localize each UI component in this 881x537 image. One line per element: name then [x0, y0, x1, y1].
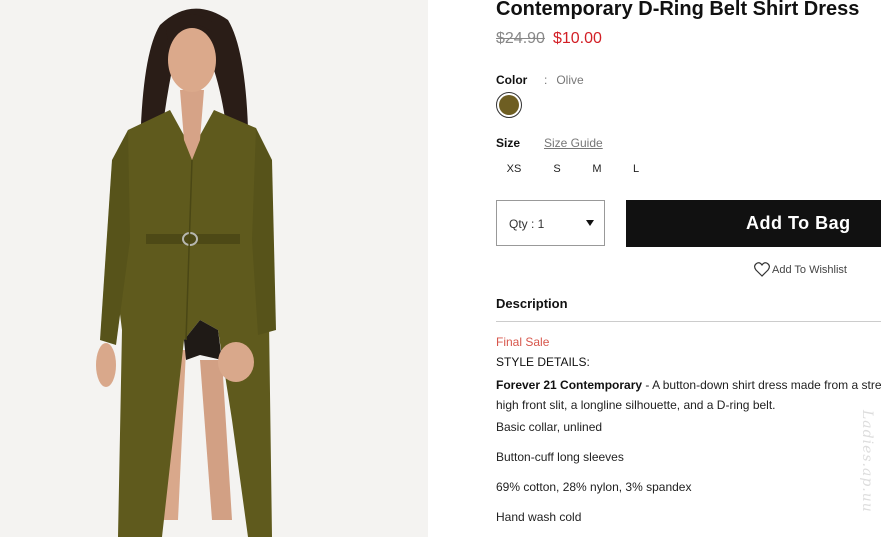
detail-item: Button-cuff long sleeves	[496, 450, 624, 464]
detail-item: Basic collar, unlined	[496, 420, 603, 434]
swatch-fill	[499, 95, 519, 115]
detail-item: 69% cotton, 28% nylon, 3% spandex	[496, 480, 692, 494]
size-guide-link[interactable]: Size Guide	[544, 136, 603, 150]
final-sale-label: Final Sale	[496, 335, 550, 349]
size-option-l[interactable]: L	[621, 163, 651, 175]
original-price: $24.90	[496, 30, 545, 47]
add-to-wishlist-link[interactable]: Add To Wishlist	[754, 262, 847, 277]
description-paragraph: Forever 21 Contemporary - A button-down …	[496, 375, 881, 415]
divider	[496, 321, 881, 322]
detail-item: Hand wash cold	[496, 510, 582, 524]
size-label: Size	[496, 136, 521, 150]
size-option-m[interactable]: M	[582, 163, 612, 175]
quantity-select[interactable]: Qty : 1	[496, 200, 605, 246]
watermark: Ladies.ap.uu	[859, 410, 875, 513]
size-option-s[interactable]: S	[542, 163, 572, 175]
color-value: : Olive	[544, 73, 584, 87]
chevron-down-icon	[586, 220, 594, 226]
description-line1: - A button-down shirt dress made from a …	[642, 378, 881, 392]
color-label: Color	[496, 73, 528, 87]
brand-name: Forever 21 Contemporary	[496, 378, 643, 392]
color-name: Olive	[556, 73, 584, 87]
quantity-label: Qty : 1	[509, 217, 545, 231]
size-option-xs[interactable]: XS	[499, 163, 529, 175]
sale-price: $10.00	[552, 30, 602, 47]
heart-icon	[754, 262, 770, 277]
model-illustration	[0, 0, 428, 537]
price-block: $24.90 $10.00	[496, 30, 602, 48]
description-heading: Description	[496, 296, 568, 311]
add-to-bag-button[interactable]: Add To Bag	[626, 200, 881, 247]
color-swatch-olive[interactable]	[496, 92, 522, 118]
style-details-heading: STYLE DETAILS:	[496, 355, 590, 369]
product-image[interactable]	[0, 0, 428, 537]
description-line2: high front slit, a longline silhouette, …	[496, 398, 776, 412]
wishlist-label: Add To Wishlist	[772, 264, 847, 276]
color-separator: :	[544, 73, 548, 87]
product-title: Contemporary D-Ring Belt Shirt Dress	[496, 0, 860, 20]
